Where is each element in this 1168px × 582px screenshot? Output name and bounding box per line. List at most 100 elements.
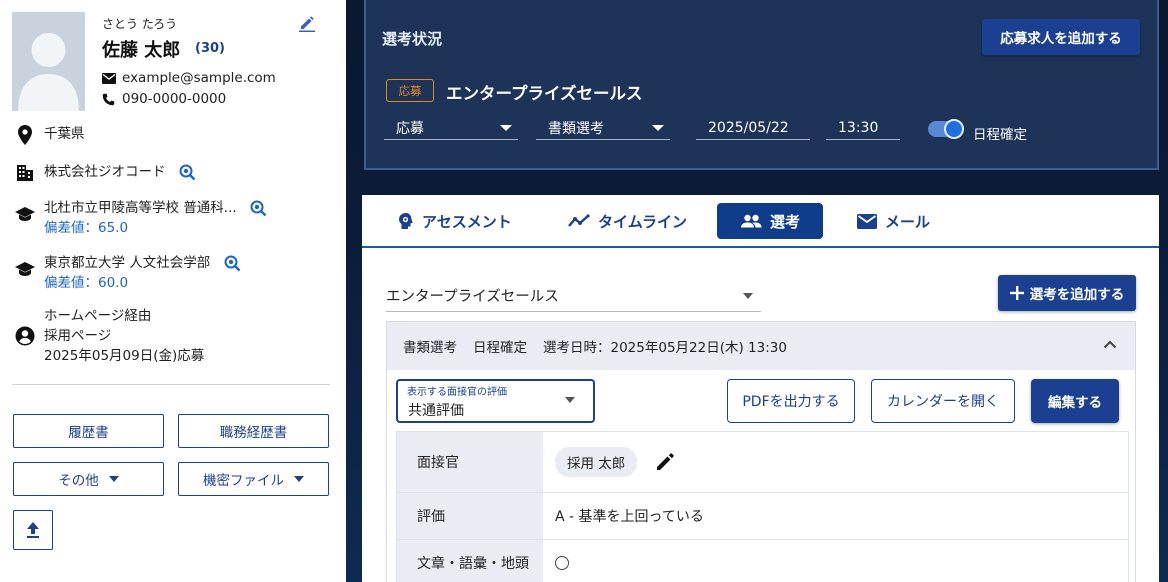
confidential-files-dropdown[interactable]: 機密ファイル xyxy=(178,462,329,496)
confidential-files-label: 機密ファイル xyxy=(203,473,284,489)
phone-text: 090-0000-0000 xyxy=(122,91,227,107)
eval-select-label: 表示する面接官の評価 xyxy=(407,387,507,398)
phone-row: 090-0000-0000 xyxy=(102,91,226,107)
school1-score: 偏差値：65.0 xyxy=(44,220,129,236)
rating-label: 評価 xyxy=(397,493,543,539)
school2-text: 東京都立大学 人文社会学部 偏差値：60.0 xyxy=(44,253,241,293)
name-kana: さとう たろう xyxy=(102,17,178,31)
open-calendar-button[interactable]: カレンダーを開く xyxy=(871,379,1015,423)
source-channel: ホームページ経由 xyxy=(44,308,152,324)
header-datetime: 選考日時：2025年05月22日(木) 13:30 xyxy=(543,340,787,356)
interviewer-chip: 採用 太郎 xyxy=(555,447,638,477)
applied-date: 2025年05月09日(金)応募 xyxy=(44,348,205,364)
school1-name: 北杜市立甲陵高等学校 普通科... xyxy=(44,200,237,216)
source-text: ホームページ経由 採用ページ 2025年05月09日(金)応募 xyxy=(44,306,204,366)
job-title: エンタープライズセールス xyxy=(446,84,643,103)
add-job-application-button[interactable]: 応募求人を追加する xyxy=(982,19,1140,55)
caret-down-icon xyxy=(743,292,753,299)
caret-down-icon xyxy=(565,397,575,403)
caret-down-icon xyxy=(108,476,119,482)
status-title: 選考状況 xyxy=(382,30,443,48)
upload-button[interactable] xyxy=(13,510,53,550)
tab-bar: アセスメント タイムライン 選考 メール xyxy=(362,195,1159,248)
source-row: ホームページ経由 採用ページ 2025年05月09日(金)応募 xyxy=(14,306,204,366)
stage-value: 応募 xyxy=(396,120,424,137)
interviewer-label: 面接官 xyxy=(397,432,543,492)
school1-search-icon[interactable] xyxy=(249,199,267,217)
stage-select[interactable]: 応募 xyxy=(384,116,518,140)
email-text: example@sample.com xyxy=(122,70,276,86)
candidate-profile-panel: さとう たろう 佐藤 太郎 (30) example@sample.com 09… xyxy=(0,0,346,582)
location-row: 千葉県 xyxy=(14,124,85,146)
company-name: 株式会社ジオコード xyxy=(44,164,166,180)
step-value: 書類選考 xyxy=(548,120,604,137)
accordion-header[interactable]: 書類選考 日程確定 選考日時：2025年05月22日(木) 13:30 xyxy=(387,322,1135,370)
chevron-up-icon[interactable] xyxy=(1103,340,1117,349)
edit-profile-icon[interactable] xyxy=(298,14,316,32)
pencil-icon[interactable] xyxy=(655,452,675,472)
mail-icon xyxy=(857,213,877,229)
writing-cell xyxy=(543,540,1128,582)
school1-row: 北杜市立甲陵高等学校 普通科... 偏差値：65.0 xyxy=(14,198,267,238)
career-history-button[interactable]: 職務経歴書 xyxy=(178,414,329,448)
tab-selection[interactable]: 選考 xyxy=(717,203,823,239)
date-value: 2025/05/22 xyxy=(708,119,789,136)
avatar xyxy=(12,12,85,111)
table-row: 文章・語彙・地頭 xyxy=(397,540,1128,582)
resume-button[interactable]: 履歴書 xyxy=(13,414,164,448)
brain-icon xyxy=(398,212,414,230)
time-field[interactable]: 13:30 xyxy=(826,116,900,140)
other-docs-dropdown[interactable]: その他 xyxy=(13,462,164,496)
time-value: 13:30 xyxy=(838,119,879,136)
selection-detail-panel: アセスメント タイムライン 選考 メール エンタープライズセールス 選考を追加す… xyxy=(362,195,1159,582)
radio-button[interactable] xyxy=(555,555,569,570)
step-select[interactable]: 書類選考 xyxy=(536,116,670,140)
upload-icon xyxy=(27,522,39,538)
candidate-name: 佐藤 太郎 xyxy=(102,40,181,61)
export-pdf-button[interactable]: PDFを出力する xyxy=(727,379,855,423)
schedule-confirmed-toggle[interactable] xyxy=(928,119,964,139)
timeline-icon xyxy=(568,214,590,228)
add-selection-label: 選考を追加する xyxy=(1029,287,1125,303)
caret-down-icon xyxy=(294,476,304,482)
email-row: example@sample.com xyxy=(102,70,276,86)
toggle-knob xyxy=(944,119,964,139)
prefecture-text: 千葉県 xyxy=(44,126,85,142)
other-docs-label: その他 xyxy=(58,473,99,489)
job-select[interactable]: エンタープライズセールス xyxy=(386,280,761,312)
evaluation-table: 面接官 採用 太郎 評価 A - 基準を上回っている 文章・語彙・地頭 xyxy=(396,431,1129,582)
tab-mail-label: メール xyxy=(885,212,931,231)
date-field[interactable]: 2025/05/22 xyxy=(696,116,810,140)
source-page: 採用ページ xyxy=(44,328,112,344)
tab-timeline[interactable]: タイムライン xyxy=(568,203,687,239)
company-text: 株式会社ジオコード xyxy=(44,162,196,182)
tab-timeline-label: タイムライン xyxy=(598,212,687,231)
phone-icon xyxy=(102,93,118,106)
header-stage: 書類選考 xyxy=(403,340,457,356)
account-circle-icon xyxy=(14,326,36,348)
graduation-cap-icon xyxy=(14,206,36,228)
job-select-value: エンタープライズセールス xyxy=(386,289,559,305)
divider xyxy=(12,384,330,385)
tab-assessment[interactable]: アセスメント xyxy=(398,203,512,239)
selection-status-card: 選考状況 応募求人を追加する 応募 エンタープライズセールス 応募 書類選考 2… xyxy=(364,0,1159,170)
header-status: 日程確定 xyxy=(473,340,527,356)
candidate-age: (30) xyxy=(195,41,225,56)
add-selection-button[interactable]: 選考を追加する xyxy=(998,275,1136,311)
school2-search-icon[interactable] xyxy=(223,254,241,272)
company-row: 株式会社ジオコード xyxy=(14,162,196,184)
table-row: 面接官 採用 太郎 xyxy=(397,432,1128,493)
school1-text: 北杜市立甲陵高等学校 普通科... 偏差値：65.0 xyxy=(44,198,267,238)
location-pin-icon xyxy=(14,124,36,146)
edit-button[interactable]: 編集する xyxy=(1031,379,1119,423)
tab-selection-label: 選考 xyxy=(769,212,800,231)
selection-accordion: 書類選考 日程確定 選考日時：2025年05月22日(木) 13:30 表示する… xyxy=(386,321,1136,582)
schedule-confirmed-label: 日程確定 xyxy=(973,127,1027,143)
mail-icon xyxy=(102,72,118,84)
graduation-cap-icon xyxy=(14,261,36,283)
interviewer-cell: 採用 太郎 xyxy=(543,432,1128,492)
company-search-icon[interactable] xyxy=(178,163,196,181)
tab-mail[interactable]: メール xyxy=(857,203,930,239)
school2-score: 偏差値：60.0 xyxy=(44,275,129,291)
interviewer-eval-select[interactable]: 表示する面接官の評価 共通評価 xyxy=(396,379,595,423)
